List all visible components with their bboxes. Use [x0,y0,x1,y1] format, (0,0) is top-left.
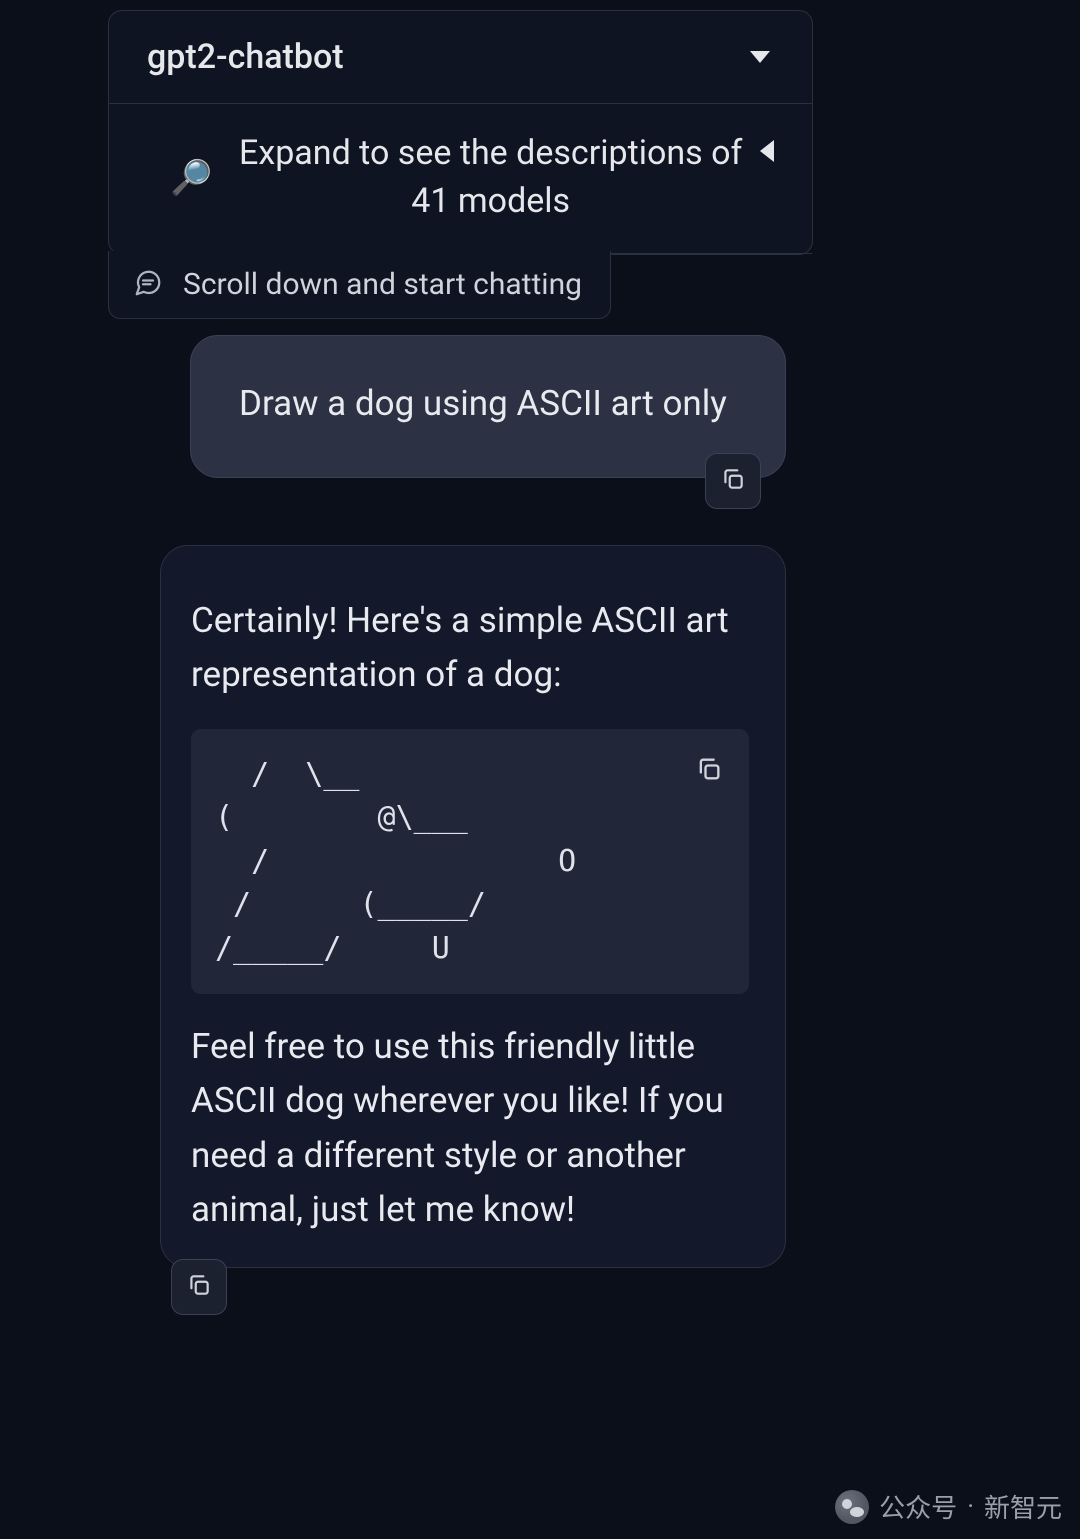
scroll-hint-banner: Scroll down and start chatting [108,251,611,319]
chat-bubble-icon [133,268,163,302]
assistant-intro-text: Certainly! Here's a simple ASCII art rep… [191,594,749,703]
assistant-message-bubble: Certainly! Here's a simple ASCII art rep… [160,545,786,1268]
copy-user-message-button[interactable] [705,453,761,509]
magnifier-icon: 🔎 [170,158,212,198]
copy-icon [186,1272,212,1302]
watermark-dot: · [967,1492,974,1522]
watermark-source: 新智元 [984,1488,1062,1525]
triangle-left-icon [760,140,774,162]
controls-panel: gpt2-chatbot 🔎 Expand to see the descrip… [108,10,813,255]
user-message-text: Draw a dog using ASCII art only [239,380,737,427]
model-dropdown-label: gpt2-chatbot [147,37,344,77]
copy-assistant-message-button[interactable] [171,1259,227,1315]
user-message-bubble: Draw a dog using ASCII art only [190,335,786,478]
scroll-hint-text: Scroll down and start chatting [183,267,582,302]
copy-code-button[interactable] [691,751,727,787]
watermark: 公众号 · 新智元 [835,1488,1062,1525]
assistant-outro-text: Feel free to use this friendly little AS… [191,1020,749,1237]
ascii-art-content: / \__ ( @\___ / O / (_____/ /_____/ U [215,753,725,971]
watermark-label: 公众号 [879,1488,957,1525]
chevron-down-icon [750,51,770,63]
expand-descriptions-label: Expand to see the descriptions of 41 mod… [231,130,751,225]
wechat-icon [835,1490,869,1524]
ascii-code-block: / \__ ( @\___ / O / (_____/ /_____/ U [191,729,749,995]
copy-icon [720,466,746,496]
model-dropdown[interactable]: gpt2-chatbot [109,11,812,104]
expand-descriptions-toggle[interactable]: 🔎 Expand to see the descriptions of 41 m… [109,104,812,254]
